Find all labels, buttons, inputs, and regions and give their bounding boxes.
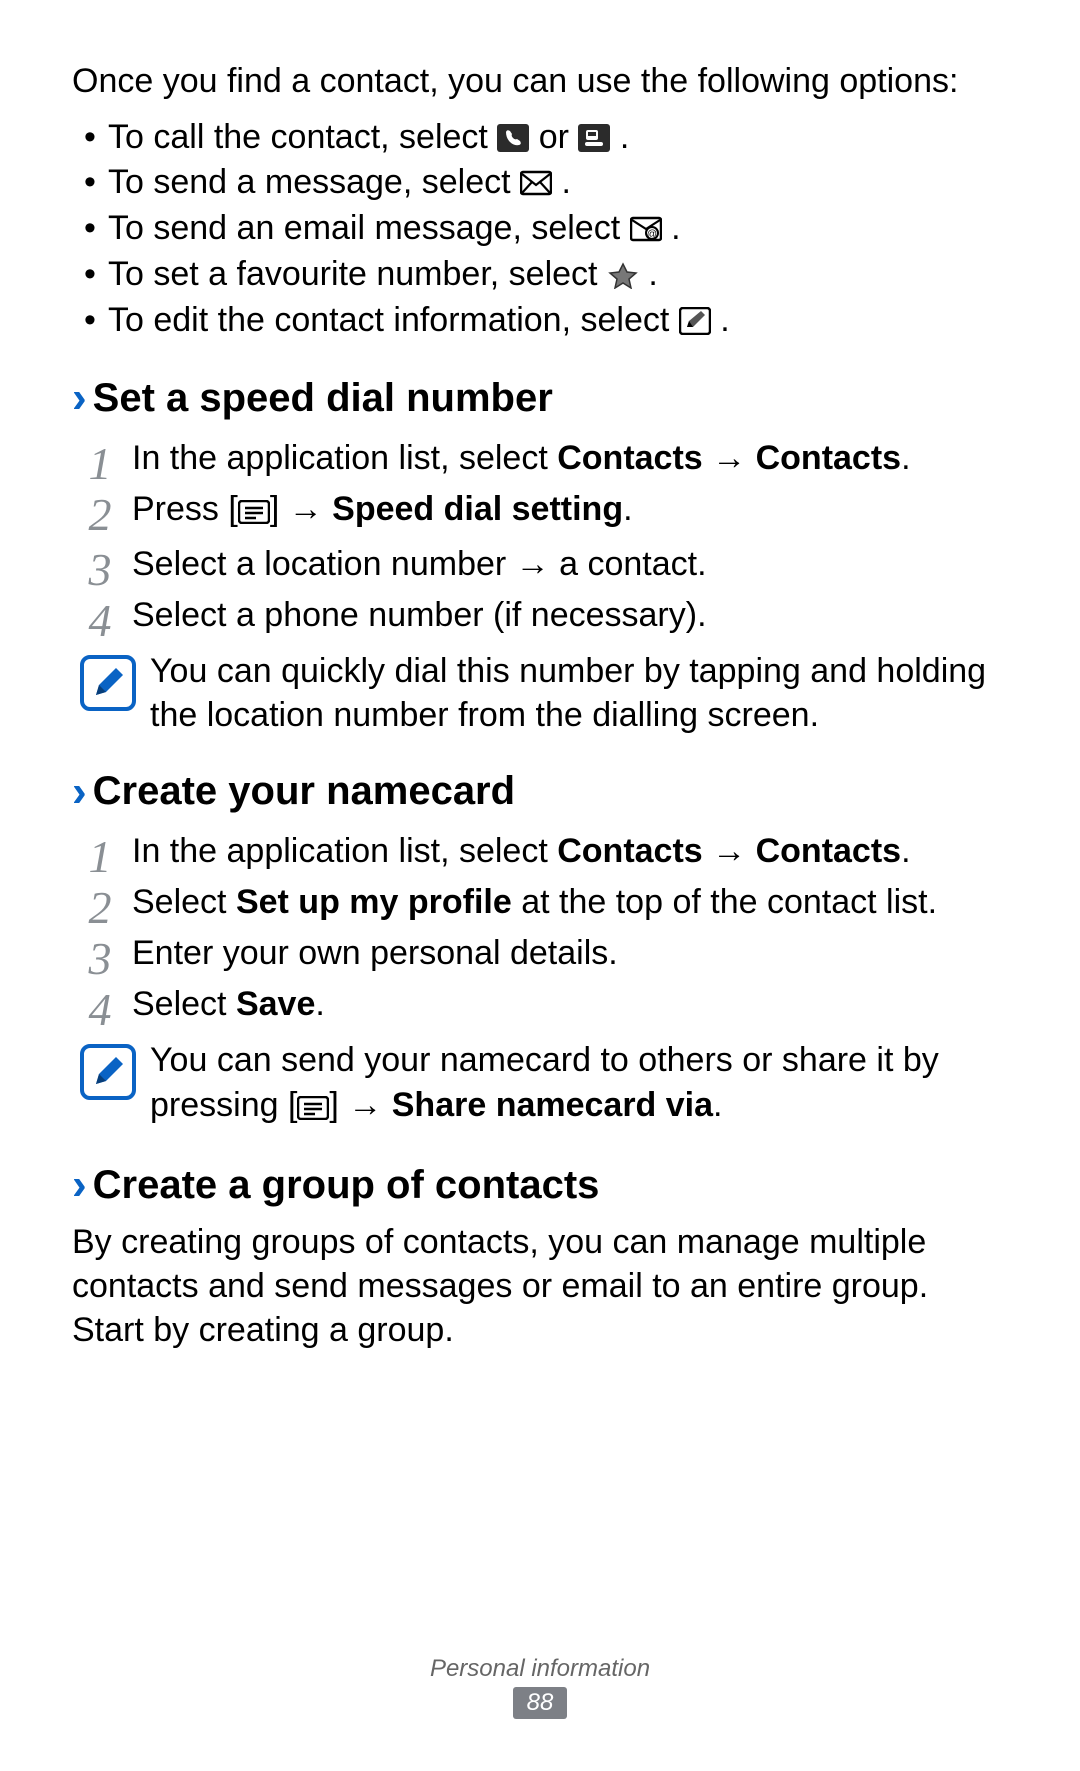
step-2: 2 Press [] → Speed dial setting. (72, 484, 1008, 539)
note-namecard: You can send your namecard to others or … (72, 1038, 1008, 1130)
bold: Contacts (756, 439, 901, 477)
bullet-favourite: To set a favourite number, select . (84, 252, 1008, 298)
bullet-email: To send an email message, select @ . (84, 206, 1008, 252)
text: Select (132, 883, 236, 921)
text: Press [ (132, 490, 238, 528)
bold: Set up my profile (236, 883, 512, 921)
speed-dial-steps: 1 In the application list, select Contac… (72, 433, 1008, 641)
voip-phone-icon (578, 119, 610, 147)
bold: Speed dial setting (332, 490, 623, 528)
step-4: 4 Select Save. (72, 979, 1008, 1030)
text: . (561, 163, 570, 201)
step-2: 2 Select Set up my profile at the top of… (72, 877, 1008, 928)
heading-speed-dial: › Set a speed dial number (72, 376, 1008, 421)
bullet-call: To call the contact, select or . (84, 115, 1008, 161)
text: or (539, 118, 579, 156)
text: Enter your own personal details. (132, 934, 618, 972)
note-pencil-icon (80, 1044, 136, 1100)
step-4: 4 Select a phone number (if necessary). (72, 590, 1008, 641)
envelope-icon (520, 164, 552, 192)
text: To send an email message, select (108, 209, 630, 247)
text: . (901, 439, 910, 477)
bullet-edit: To edit the contact information, select … (84, 298, 1008, 344)
bold: Contacts (557, 439, 702, 477)
step-3: 3 Select a location number → a contact. (72, 539, 1008, 590)
note-text: You can quickly dial this number by tapp… (150, 649, 1008, 737)
text: In the application list, select (132, 439, 557, 477)
phone-handset-icon (497, 119, 529, 147)
text: . (671, 209, 680, 247)
text: . (720, 301, 729, 339)
intro-text: Once you find a contact, you can use the… (72, 60, 1008, 103)
text: To send a message, select (108, 163, 520, 201)
page-footer: Personal information 88 (0, 1655, 1080, 1719)
options-list: To call the contact, select or . To send… (72, 115, 1008, 344)
step-3: 3 Enter your own personal details. (72, 928, 1008, 979)
svg-text:@: @ (647, 229, 657, 240)
bold: Contacts (557, 832, 702, 870)
hardware-menu-icon (297, 1087, 329, 1131)
note-text: You can send your namecard to others or … (150, 1038, 1008, 1130)
heading-group: › Create a group of contacts (72, 1163, 1008, 1208)
step-1: 1 In the application list, select Contac… (72, 433, 1008, 484)
heading-text: Set a speed dial number (93, 376, 553, 421)
bold: Save (236, 985, 315, 1023)
footer-section: Personal information (0, 1655, 1080, 1683)
bold: Share namecard via (392, 1086, 713, 1124)
text: . (901, 832, 910, 870)
chevron-right-icon: › (72, 770, 87, 814)
document-page: Once you find a contact, you can use the… (0, 0, 1080, 1771)
chevron-right-icon: › (72, 376, 87, 420)
text: Select a location number → a contact. (132, 545, 707, 583)
group-body-text: By creating groups of contacts, you can … (72, 1220, 1008, 1353)
note-pencil-icon (80, 655, 136, 711)
bullet-message: To send a message, select . (84, 160, 1008, 206)
text: . (713, 1086, 722, 1124)
hardware-menu-icon (238, 488, 270, 539)
heading-text: Create a group of contacts (93, 1163, 600, 1208)
text: . (620, 118, 629, 156)
text: ] → (270, 490, 332, 528)
text: To edit the contact information, select (108, 301, 679, 339)
edit-pencil-icon (679, 302, 711, 330)
text: ] → (329, 1086, 391, 1124)
namecard-steps: 1 In the application list, select Contac… (72, 826, 1008, 1030)
text: Select (132, 985, 236, 1023)
star-icon (607, 256, 639, 284)
step-number: 4 (80, 586, 120, 655)
text: . (623, 490, 632, 528)
step-number: 4 (80, 975, 120, 1044)
heading-text: Create your namecard (93, 769, 515, 814)
chevron-right-icon: › (72, 1163, 87, 1207)
text: → (703, 439, 756, 477)
page-number: 88 (513, 1687, 568, 1719)
text: To set a favourite number, select (108, 255, 607, 293)
text: In the application list, select (132, 832, 557, 870)
note-speed-dial: You can quickly dial this number by tapp… (72, 649, 1008, 737)
step-1: 1 In the application list, select Contac… (72, 826, 1008, 877)
text: . (315, 985, 324, 1023)
text: . (648, 255, 657, 293)
text: To call the contact, select (108, 118, 497, 156)
heading-namecard: › Create your namecard (72, 769, 1008, 814)
text: → (703, 832, 756, 870)
bold: Contacts (756, 832, 901, 870)
text: at the top of the contact list. (512, 883, 937, 921)
envelope-at-icon: @ (630, 210, 662, 238)
text: Select a phone number (if necessary). (132, 596, 707, 634)
